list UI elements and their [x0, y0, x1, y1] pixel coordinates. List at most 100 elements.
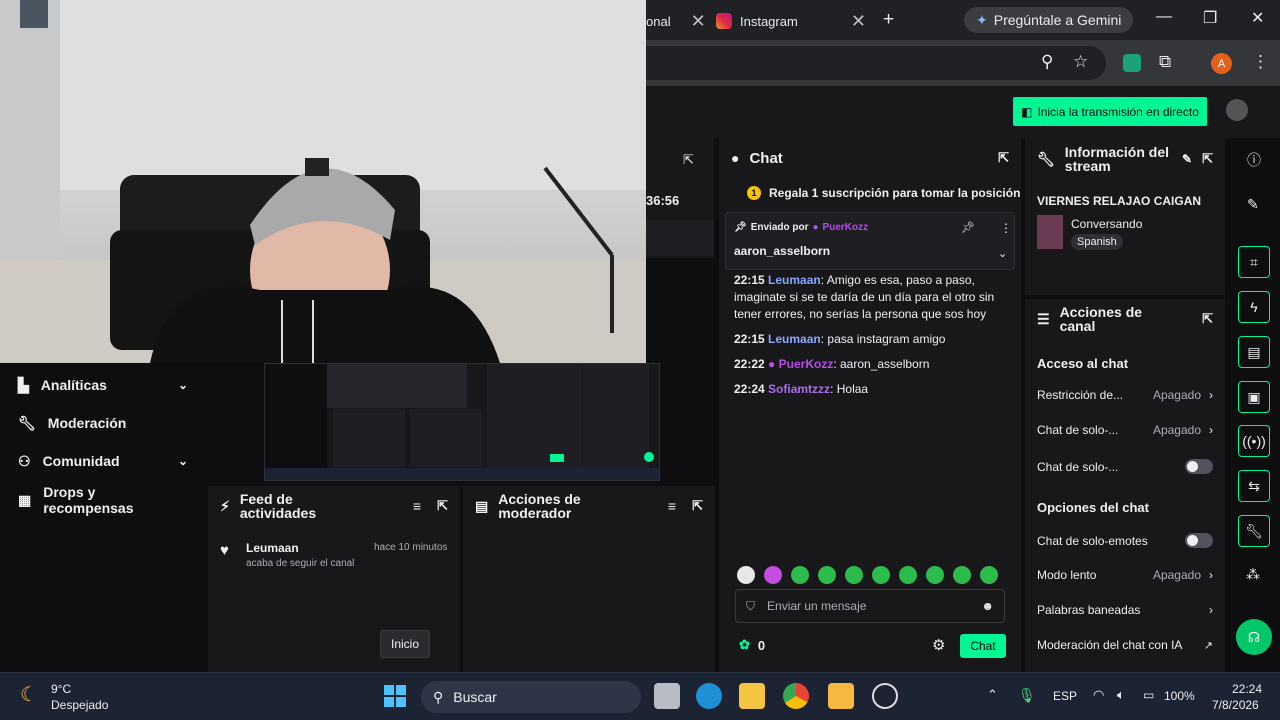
chat-input[interactable]: ⛉ Enviar un mensaje ☻ — [735, 589, 1005, 623]
sidebar-item-community[interactable]: ⚇ Comunidad ⌄ — [18, 449, 188, 473]
emote[interactable] — [818, 566, 836, 584]
popout-icon[interactable]: ⇱ — [1202, 151, 1213, 167]
battery-icon[interactable]: ▭ — [1143, 688, 1154, 702]
close-tab-icon[interactable]: ✕ — [691, 11, 706, 32]
broadcast-button[interactable]: ((•)) — [1238, 425, 1270, 457]
emote[interactable] — [845, 566, 863, 584]
menu-dots-icon[interactable]: ⋮ — [1252, 52, 1269, 72]
more-options-icon[interactable]: ⋮ — [1000, 221, 1012, 235]
chevron-down-icon[interactable]: ⌄ — [998, 247, 1007, 260]
user-avatar[interactable] — [1226, 99, 1248, 121]
volume-icon[interactable]: 🔈︎ — [1117, 687, 1125, 703]
toggle-switch[interactable] — [1185, 459, 1213, 474]
chevron-up-icon[interactable]: ⌃ — [987, 687, 998, 703]
chat-message: 22:24 Sofiamtzzz: Holaa — [734, 382, 869, 396]
game-button[interactable]: ▣ — [1238, 381, 1270, 413]
chat-username[interactable]: PuerKozz — [779, 357, 834, 371]
notes-button[interactable]: ▤ — [1238, 336, 1270, 368]
bookmark-star-icon[interactable]: ☆ — [1073, 52, 1088, 72]
emote[interactable] — [926, 566, 944, 584]
pin-icon[interactable]: 📌︎ — [961, 221, 975, 234]
close-window-icon[interactable]: ✕ — [1251, 8, 1264, 28]
chrome-icon[interactable] — [783, 683, 809, 709]
stream-category[interactable]: Conversando — [1071, 217, 1142, 231]
lightning-button[interactable]: ϟ — [1238, 291, 1270, 323]
setting-row[interactable]: Modo lento Apagado › — [1037, 568, 1213, 582]
task-view-icon[interactable] — [654, 683, 680, 709]
feed-username[interactable]: Leumaan — [246, 541, 299, 555]
chevron-down-icon[interactable]: ⌄ — [178, 454, 188, 468]
more-actions-icon[interactable]: ⁂ — [1246, 566, 1260, 583]
setting-row[interactable]: Moderación del chat con IA ↗ — [1037, 638, 1213, 652]
edge-icon[interactable] — [696, 683, 722, 709]
emote[interactable] — [737, 566, 755, 584]
setting-row[interactable]: Chat de solo-... Apagado › — [1037, 423, 1213, 437]
go-live-button[interactable]: ◧ Inicia la transmisión en directo — [1013, 97, 1207, 126]
weather-temp[interactable]: 9°C — [51, 682, 71, 696]
popout-icon[interactable]: ⇱ — [437, 498, 448, 514]
webcam-feed — [0, 0, 646, 363]
profile-avatar[interactable]: A — [1211, 53, 1232, 74]
stream-tag[interactable]: Spanish — [1071, 234, 1123, 250]
minimize-icon[interactable]: — — [1156, 8, 1172, 26]
gift-banner[interactable]: 1 Regala 1 suscripción para tomar la pos… — [719, 180, 1021, 206]
emote[interactable] — [980, 566, 998, 584]
setting-row[interactable]: Restricción de... Apagado › — [1037, 388, 1213, 402]
exagear-icon[interactable] — [828, 683, 854, 709]
popout-icon[interactable]: ⇱ — [692, 498, 703, 514]
send-chat-button[interactable]: Chat — [960, 634, 1006, 658]
channel-points[interactable]: ✿ 0 — [739, 637, 765, 653]
sidebar-item-analytics[interactable]: ▙ Analíticas ⌄ — [18, 373, 188, 397]
sidebar-item-drops[interactable]: ▦ Drops y recompensas — [18, 484, 188, 516]
emote[interactable] — [899, 566, 917, 584]
obs-icon[interactable] — [872, 683, 898, 709]
clock-time[interactable]: 22:24 — [1232, 682, 1262, 696]
emote[interactable] — [764, 566, 782, 584]
chat-username[interactable]: Leumaan — [768, 273, 821, 287]
language-indicator[interactable]: ESP — [1053, 689, 1077, 703]
folder-icon[interactable] — [739, 683, 765, 709]
wrench-button[interactable]: 🔧︎ — [1238, 515, 1270, 547]
browser-tab[interactable]: onal ✕ — [646, 6, 706, 36]
zoom-icon[interactable]: ⚲ — [1041, 52, 1053, 72]
filter-icon[interactable]: ≡ — [413, 498, 421, 514]
new-tab-icon[interactable]: + — [883, 9, 894, 31]
puzzle-icon[interactable]: ⧉ — [1159, 52, 1171, 72]
close-tab-icon[interactable]: ✕ — [851, 11, 866, 32]
filter-icon[interactable]: ≡ — [668, 498, 676, 514]
raid-button[interactable]: ⇆ — [1238, 470, 1270, 502]
sidebar-item-moderation[interactable]: 🔧︎ Moderación — [18, 411, 188, 435]
chat-messages: 22:15 Leumaan: Amigo es esa, paso a paso… — [734, 272, 1012, 398]
windows-start-icon[interactable] — [384, 685, 406, 707]
toggle-switch[interactable] — [1185, 533, 1213, 548]
stream-info-header: 🔧︎ Información del stream ✎ ⇱ — [1025, 138, 1225, 180]
tab-instagram[interactable]: Instagram ✕ — [716, 6, 866, 36]
setting-row[interactable]: Palabras baneadas › — [1037, 603, 1213, 617]
gemini-button[interactable]: ✦ Pregúntale a Gemini — [964, 7, 1134, 33]
gear-icon[interactable]: ⚙ — [932, 636, 945, 654]
help-button[interactable]: ☊ — [1236, 619, 1272, 655]
pinned-username[interactable]: PuerKozz — [823, 222, 869, 233]
restore-icon[interactable]: ❐ — [1203, 8, 1217, 28]
clip-button[interactable]: ⌗ — [1238, 246, 1270, 278]
popout-icon[interactable]: ⇱ — [683, 152, 694, 168]
popout-icon[interactable]: ⇱ — [1202, 311, 1213, 327]
chat-username[interactable]: Sofiamtzzz — [768, 382, 830, 396]
emote[interactable] — [791, 566, 809, 584]
chevron-down-icon[interactable]: ⌄ — [178, 378, 188, 392]
edit-icon[interactable]: ✎ — [1182, 152, 1192, 166]
emoji-icon[interactable]: ☻ — [981, 599, 994, 613]
taskbar-search[interactable]: ⚲ Buscar — [421, 681, 641, 713]
popout-icon[interactable]: ⇱ — [998, 150, 1009, 166]
pinned-message[interactable]: 📌︎ Enviado por ● PuerKozz aaron_asselbor… — [725, 212, 1015, 270]
emote[interactable] — [953, 566, 971, 584]
chat-username[interactable]: Leumaan — [768, 332, 821, 346]
edit-icon[interactable]: ✎ — [1247, 196, 1259, 213]
info-icon[interactable]: ⓘ — [1247, 150, 1261, 170]
address-bar[interactable] — [646, 46, 1106, 80]
emote[interactable] — [872, 566, 890, 584]
extension-icon[interactable] — [1123, 54, 1141, 72]
browser-toolbar: ⚲ ☆ ⧉ A ⋮ — [646, 40, 1280, 86]
microphone-icon[interactable]: 🎙︎ — [1018, 687, 1036, 704]
wifi-icon[interactable]: ◠ — [1093, 687, 1104, 703]
